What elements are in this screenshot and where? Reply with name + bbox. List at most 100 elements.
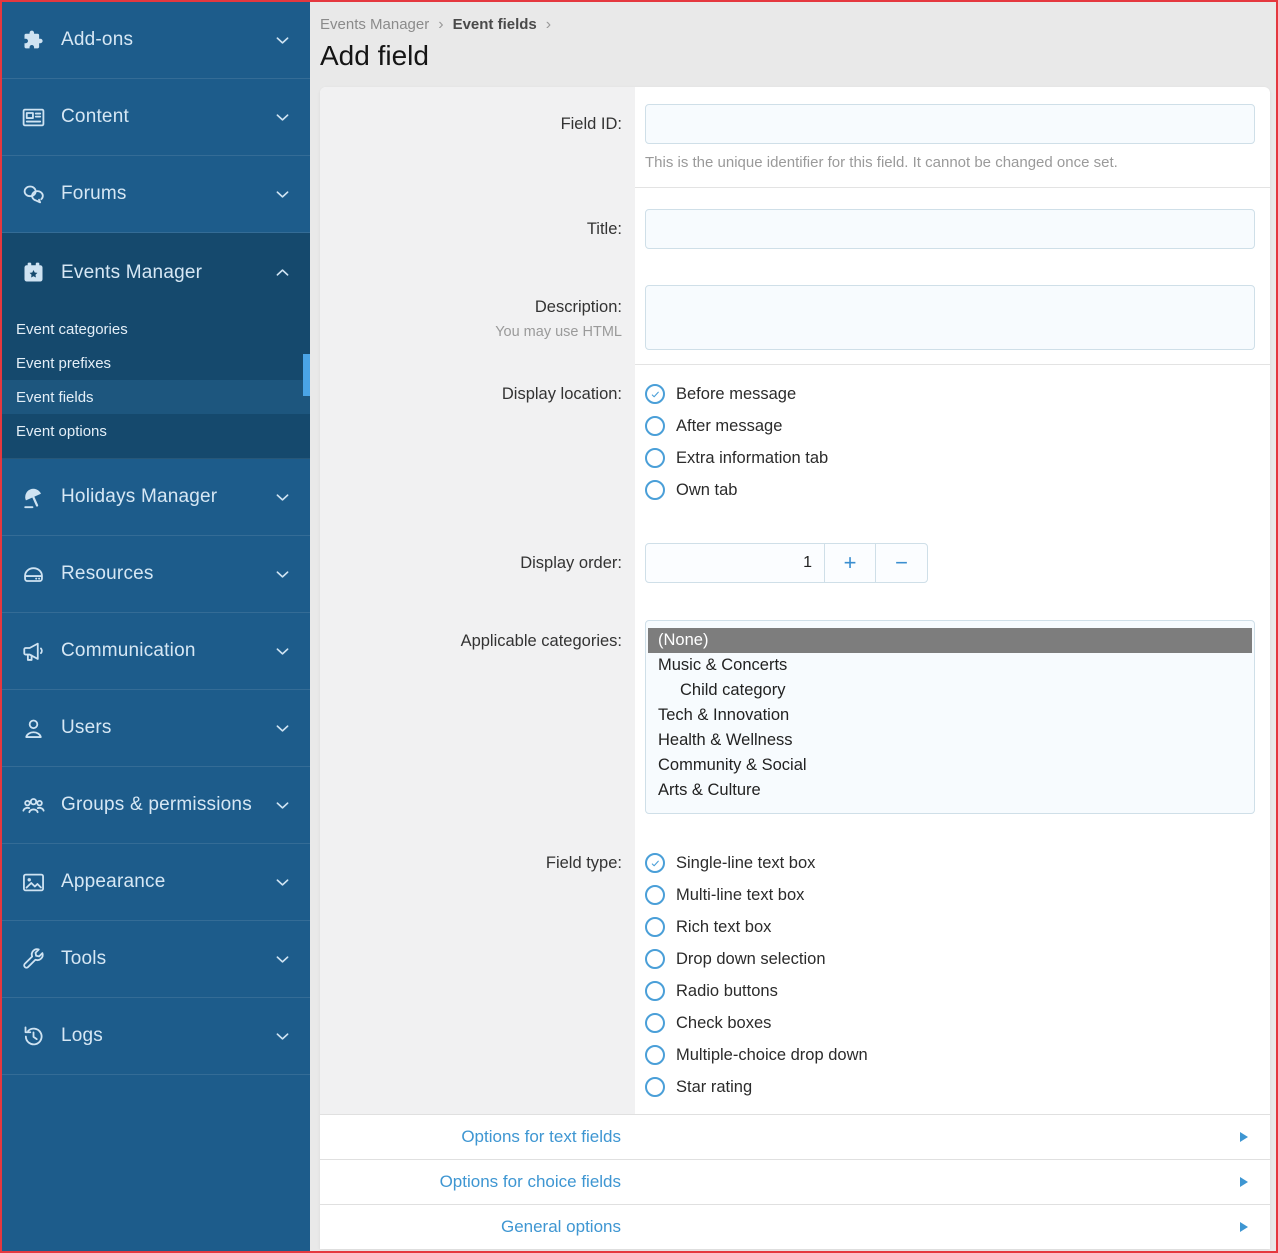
radio-icon[interactable] bbox=[645, 1077, 665, 1097]
radio-star-rating[interactable]: Star rating bbox=[645, 1071, 1255, 1103]
title-input[interactable] bbox=[645, 209, 1255, 249]
radio-icon[interactable] bbox=[645, 448, 665, 468]
newspaper-icon bbox=[18, 103, 48, 131]
radio-icon[interactable] bbox=[645, 949, 665, 969]
listbox-option-arts-culture[interactable]: Arts & Culture bbox=[648, 778, 1252, 803]
radio-rich-text-box[interactable]: Rich text box bbox=[645, 911, 1255, 943]
sidebar-scrollbar-thumb[interactable] bbox=[303, 354, 310, 396]
history-icon bbox=[18, 1022, 48, 1050]
sidebar-item-communication[interactable]: Communication bbox=[2, 613, 310, 690]
radio-icon[interactable] bbox=[645, 917, 665, 937]
sidebar-item-appearance[interactable]: Appearance bbox=[2, 844, 310, 921]
listbox-option-music-concerts[interactable]: Music & Concerts bbox=[648, 653, 1252, 678]
listbox-option-tech-innovation[interactable]: Tech & Innovation bbox=[648, 703, 1252, 728]
display-order-input[interactable] bbox=[646, 544, 825, 582]
display-location-label: Display location: bbox=[320, 378, 635, 527]
listbox-option-none[interactable]: (None) bbox=[648, 628, 1252, 653]
chevron-up-icon bbox=[273, 263, 292, 282]
sidebar-item-event-prefixes[interactable]: Event prefixes bbox=[2, 346, 310, 380]
section-general-options[interactable]: General options bbox=[320, 1204, 1270, 1249]
radio-single-line-text-box[interactable]: Single-line text box bbox=[645, 847, 1255, 879]
sidebar-item-event-fields[interactable]: Event fields bbox=[2, 380, 310, 414]
description-sublabel: You may use HTML bbox=[320, 322, 622, 343]
listbox-option-child-category[interactable]: Child category bbox=[648, 678, 1252, 703]
sidebar-item-add-ons[interactable]: Add-ons bbox=[2, 2, 310, 79]
sidebar-item-event-categories[interactable]: Event categories bbox=[2, 312, 310, 346]
radio-extra-information-tab[interactable]: Extra information tab bbox=[645, 442, 1255, 474]
breadcrumb-events-manager[interactable]: Events Manager bbox=[320, 16, 429, 33]
radio-icon[interactable] bbox=[645, 981, 665, 1001]
form-row-display-order: Display order: + − bbox=[320, 527, 1270, 607]
sidebar-item-label: Appearance bbox=[61, 871, 273, 893]
sidebar-item-tools[interactable]: Tools bbox=[2, 921, 310, 998]
chat-icon bbox=[18, 180, 48, 208]
chevron-down-icon bbox=[273, 488, 292, 507]
breadcrumb: Events Manager › Event fields › bbox=[310, 2, 1276, 33]
form-area: Field ID: This is the unique identifier … bbox=[320, 87, 1270, 1114]
increment-button[interactable]: + bbox=[825, 544, 876, 582]
radio-after-message[interactable]: After message bbox=[645, 410, 1255, 442]
radio-radio-buttons[interactable]: Radio buttons bbox=[645, 975, 1255, 1007]
radio-drop-down-selection[interactable]: Drop down selection bbox=[645, 943, 1255, 975]
radio-before-message[interactable]: Before message bbox=[645, 378, 1255, 410]
radio-multi-line-text-box[interactable]: Multi-line text box bbox=[645, 879, 1255, 911]
field-id-label: Field ID: bbox=[320, 104, 635, 188]
section-options-for-text-fields[interactable]: Options for text fields bbox=[320, 1114, 1270, 1159]
sidebar-item-forums[interactable]: Forums bbox=[2, 156, 310, 233]
listbox-option-community-social[interactable]: Community & Social bbox=[648, 753, 1252, 778]
radio-selected-icon[interactable] bbox=[645, 853, 665, 873]
field-id-hint: This is the unique identifier for this f… bbox=[645, 154, 1255, 171]
group-icon bbox=[18, 791, 48, 819]
sidebar-item-content[interactable]: Content bbox=[2, 79, 310, 156]
chevron-down-icon bbox=[273, 1027, 292, 1046]
sidebar-item-label: Add-ons bbox=[61, 29, 273, 51]
breadcrumb-chevron-icon: › bbox=[438, 17, 443, 33]
sidebar-item-users[interactable]: Users bbox=[2, 690, 310, 767]
decrement-button[interactable]: − bbox=[876, 544, 927, 582]
display-order-stepper: + − bbox=[645, 543, 928, 583]
sidebar-item-events-manager[interactable]: Events Manager bbox=[2, 233, 310, 312]
chevron-down-icon bbox=[273, 565, 292, 584]
chevron-down-icon bbox=[273, 642, 292, 661]
field-id-input[interactable] bbox=[645, 104, 1255, 144]
sidebar-item-resources[interactable]: Resources bbox=[2, 536, 310, 613]
chevron-down-icon bbox=[273, 796, 292, 815]
applicable-categories-label: Applicable categories: bbox=[320, 620, 635, 837]
chevron-down-icon bbox=[273, 950, 292, 969]
chevron-down-icon bbox=[273, 185, 292, 204]
radio-icon[interactable] bbox=[645, 1013, 665, 1033]
radio-selected-icon[interactable] bbox=[645, 384, 665, 404]
sidebar-item-holidays-manager[interactable]: Holidays Manager bbox=[2, 459, 310, 536]
display-order-label: Display order: bbox=[320, 543, 635, 607]
form-row-title: Title: bbox=[320, 188, 1270, 269]
radio-multiple-choice-drop-down[interactable]: Multiple-choice drop down bbox=[645, 1039, 1255, 1071]
radio-own-tab[interactable]: Own tab bbox=[645, 474, 1255, 506]
sidebar-group-events-manager: Events Manager Event categories Event pr… bbox=[2, 233, 310, 459]
sidebar-item-logs[interactable]: Logs bbox=[2, 998, 310, 1075]
radio-icon[interactable] bbox=[645, 1045, 665, 1065]
expand-arrow-icon bbox=[1240, 1132, 1248, 1142]
radio-icon[interactable] bbox=[645, 885, 665, 905]
breadcrumb-event-fields[interactable]: Event fields bbox=[453, 16, 537, 33]
sidebar-item-label: Users bbox=[61, 717, 273, 739]
sidebar-item-event-options[interactable]: Event options bbox=[2, 414, 310, 448]
section-options-for-choice-fields[interactable]: Options for choice fields bbox=[320, 1159, 1270, 1204]
add-field-form: Field ID: This is the unique identifier … bbox=[320, 87, 1270, 1249]
sidebar-item-label: Tools bbox=[61, 948, 273, 970]
listbox-option-health-wellness[interactable]: Health & Wellness bbox=[648, 728, 1252, 753]
title-label: Title: bbox=[320, 209, 635, 269]
expand-arrow-icon bbox=[1240, 1222, 1248, 1232]
description-textarea[interactable] bbox=[645, 285, 1255, 350]
calendar-icon bbox=[18, 259, 48, 287]
sidebar-item-label: Events Manager bbox=[61, 262, 273, 284]
expand-arrow-icon bbox=[1240, 1177, 1248, 1187]
form-row-applicable-categories: Applicable categories: (None) Music & Co… bbox=[320, 607, 1270, 837]
radio-check-boxes[interactable]: Check boxes bbox=[645, 1007, 1255, 1039]
sidebar-item-groups-permissions[interactable]: Groups & permissions bbox=[2, 767, 310, 844]
puzzle-icon bbox=[18, 26, 48, 54]
wrench-icon bbox=[18, 945, 48, 973]
sidebar-item-label: Holidays Manager bbox=[61, 486, 273, 508]
radio-icon[interactable] bbox=[645, 416, 665, 436]
radio-icon[interactable] bbox=[645, 480, 665, 500]
form-row-field-type: Field type: Single-line text box Multi-l… bbox=[320, 837, 1270, 1114]
